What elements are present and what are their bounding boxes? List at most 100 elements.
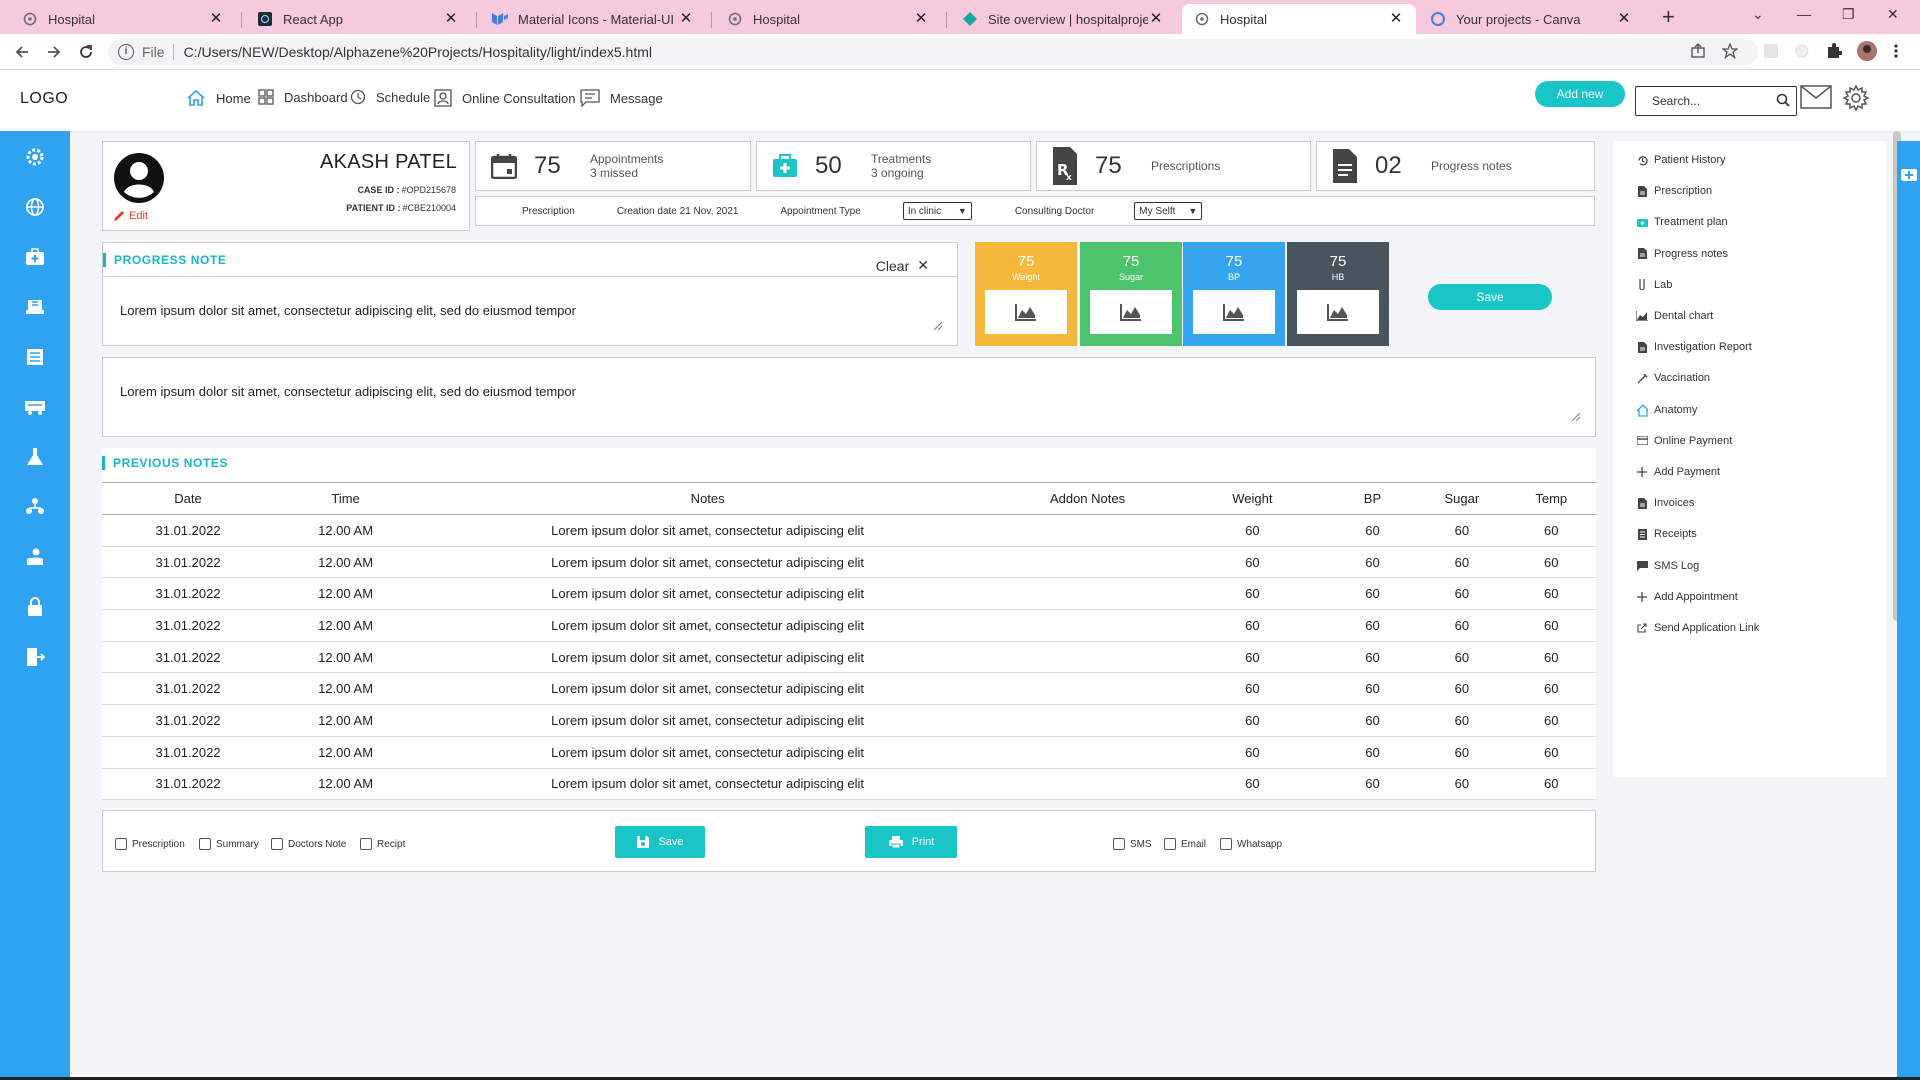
checkbox-prescription[interactable]: Prescription (115, 838, 185, 850)
column-header[interactable]: Notes (417, 482, 999, 515)
close-window-icon[interactable]: ✕ (1887, 6, 1899, 23)
logout-icon[interactable] (23, 645, 47, 669)
edit-button[interactable]: Edit (113, 210, 148, 222)
browser-tab[interactable]: Material Icons - Material-UI ✕ (480, 4, 706, 34)
globe-icon[interactable] (23, 195, 47, 219)
checkbox-email[interactable]: Email (1164, 838, 1206, 850)
browser-tab-active[interactable]: Hospital ✕ (1182, 4, 1416, 34)
area-chart-icon[interactable] (1193, 290, 1275, 334)
info-icon[interactable]: i (118, 44, 134, 60)
search-icon[interactable] (1776, 93, 1790, 107)
close-tab-icon[interactable]: ✕ (1388, 11, 1404, 27)
note-textarea[interactable]: Lorem ipsum dolor sit amet, consectetur … (102, 357, 1596, 437)
bookmark-star-icon[interactable] (1722, 43, 1738, 59)
back-icon[interactable] (12, 42, 32, 62)
share-icon[interactable] (1690, 43, 1706, 59)
checkbox-whatsapp[interactable]: Whatsapp (1220, 838, 1282, 850)
save-button[interactable]: Save (615, 826, 705, 858)
settings-gear-icon[interactable] (1842, 84, 1870, 112)
column-header[interactable]: Temp (1506, 482, 1596, 515)
ambulance-icon[interactable] (23, 395, 47, 419)
search-input[interactable]: Search... (1635, 86, 1797, 116)
staff-icon[interactable] (23, 495, 47, 519)
resize-handle-icon[interactable] (934, 322, 942, 330)
forward-icon[interactable] (44, 42, 64, 62)
table-row[interactable]: 31.01.2022 12.00 AM Lorem ipsum dolor sit … (102, 609, 1596, 642)
area-chart-icon[interactable] (985, 290, 1067, 334)
vital-card-sugar[interactable]: 75 Sugar (1080, 242, 1182, 346)
column-header[interactable]: Sugar (1417, 482, 1507, 515)
table-row[interactable]: 31.01.2022 12.00 AM Lorem ipsum dolor sit … (102, 704, 1596, 737)
url-input[interactable]: i File C:/Users/NEW/Desktop/Alphazene%20… (108, 39, 1758, 65)
right-menu-item-online-payment[interactable]: Online Payment (1636, 435, 1732, 447)
close-tab-icon[interactable]: ✕ (678, 11, 694, 27)
right-menu-item-dental-chart[interactable]: Dental chart (1636, 310, 1713, 322)
area-chart-icon[interactable] (1297, 290, 1379, 334)
right-menu-item-add-appointment[interactable]: Add Appointment (1636, 591, 1738, 603)
right-menu-item-add-payment[interactable]: Add Payment (1636, 466, 1720, 478)
browser-tab[interactable]: Hospital ✕ (10, 4, 236, 34)
area-chart-icon[interactable] (1090, 290, 1172, 334)
medical-kit-icon[interactable] (23, 245, 47, 269)
vital-card-bp[interactable]: 75 BP (1183, 242, 1285, 346)
clear-button[interactable]: Clear ✕ (876, 257, 929, 274)
column-header[interactable]: BP (1327, 482, 1418, 515)
browser-tab[interactable]: Site overview | hospitalprojectn ✕ (950, 4, 1176, 34)
ward-icon[interactable] (23, 345, 47, 369)
column-header[interactable]: Weight (1176, 482, 1328, 515)
table-row[interactable]: 31.01.2022 12.00 AM Lorem ipsum dolor sit … (102, 546, 1596, 579)
nav-message[interactable]: Message (580, 89, 663, 107)
right-menu-item-lab[interactable]: Lab (1636, 279, 1672, 291)
column-header[interactable]: Date (102, 482, 275, 515)
checkbox-recipt[interactable]: Recipt (360, 838, 405, 850)
table-row[interactable]: 31.01.2022 12.00 AM Lorem ipsum dolor sit … (102, 768, 1596, 801)
right-menu-item-receipts[interactable]: Receipts (1636, 528, 1697, 540)
tab-search-icon[interactable]: ⌄ (1752, 6, 1764, 23)
browser-tab[interactable]: Hospital ✕ (715, 4, 941, 34)
print-button[interactable]: Print (865, 826, 957, 858)
table-row[interactable]: 31.01.2022 12.00 AM Lorem ipsum dolor sit … (102, 577, 1596, 611)
gear-icon[interactable] (23, 145, 47, 169)
checkbox-sms[interactable]: SMS (1113, 838, 1152, 850)
browser-tab[interactable]: Your projects - Canva ✕ (1418, 4, 1644, 34)
add-new-button[interactable]: Add new (1535, 81, 1625, 107)
right-menu-item-patient-history[interactable]: Patient History (1636, 154, 1726, 166)
close-tab-icon[interactable]: ✕ (1616, 11, 1632, 27)
resize-handle-icon[interactable] (1572, 413, 1580, 421)
new-tab-icon[interactable]: + (1662, 6, 1675, 28)
right-menu-item-sms-log[interactable]: SMS Log (1636, 560, 1699, 572)
lab-flask-icon[interactable] (23, 445, 47, 469)
right-menu-item-send-application-link[interactable]: Send Application Link (1636, 622, 1759, 634)
right-menu-item-prescription[interactable]: Prescription (1636, 185, 1712, 197)
table-row[interactable]: 31.01.2022 12.00 AM Lorem ipsum dolor sit … (102, 672, 1596, 706)
right-menu-item-invoices[interactable]: Invoices (1636, 497, 1694, 509)
more-menu-icon[interactable] (1893, 43, 1899, 59)
table-row[interactable]: 31.01.2022 12.00 AM Lorem ipsum dolor sit … (102, 736, 1596, 769)
appointment-type-select[interactable]: In clinic ▼ (902, 202, 972, 220)
stat-card-appointments[interactable]: 75 Appointments 3 missed (475, 141, 751, 191)
profile-avatar[interactable] (1857, 41, 1877, 61)
save-vitals-button[interactable]: Save (1428, 284, 1552, 310)
extension-icon[interactable] (1794, 43, 1810, 59)
minimize-icon[interactable]: — (1797, 6, 1811, 22)
checkbox-summary[interactable]: Summary (199, 838, 259, 850)
reload-icon[interactable] (76, 42, 96, 62)
stat-card-prescriptions[interactable]: Rx 75 Prescriptions (1036, 141, 1311, 191)
nav-dashboard[interactable]: Dashboard (258, 89, 348, 105)
nav-schedule[interactable]: Schedule (350, 89, 430, 105)
stat-card-progress-notes[interactable]: 02 Progress notes (1316, 141, 1595, 191)
table-row[interactable]: 31.01.2022 12.00 AM Lorem ipsum dolor sit … (102, 514, 1596, 547)
progress-note-textarea[interactable]: Lorem ipsum dolor sit amet, consectetur … (120, 303, 576, 318)
right-menu-item-progress-notes[interactable]: Progress notes (1636, 248, 1728, 260)
close-tab-icon[interactable]: ✕ (1148, 11, 1164, 27)
nav-online-consultation[interactable]: Online Consultation (434, 89, 575, 107)
right-menu-item-vaccination[interactable]: Vaccination (1636, 372, 1710, 384)
right-menu-item-investigation-report[interactable]: Investigation Report (1636, 341, 1752, 353)
vital-card-hb[interactable]: 75 HB (1287, 242, 1389, 346)
right-menu-item-anatomy[interactable]: Anatomy (1636, 403, 1697, 417)
vital-card-weight[interactable]: 75 Weight (975, 242, 1077, 346)
right-menu-item-treatment-plan[interactable]: Treatment plan (1636, 216, 1728, 228)
close-tab-icon[interactable]: ✕ (443, 11, 459, 27)
nav-home[interactable]: Home (186, 89, 251, 107)
extension-icon[interactable] (1763, 43, 1779, 59)
